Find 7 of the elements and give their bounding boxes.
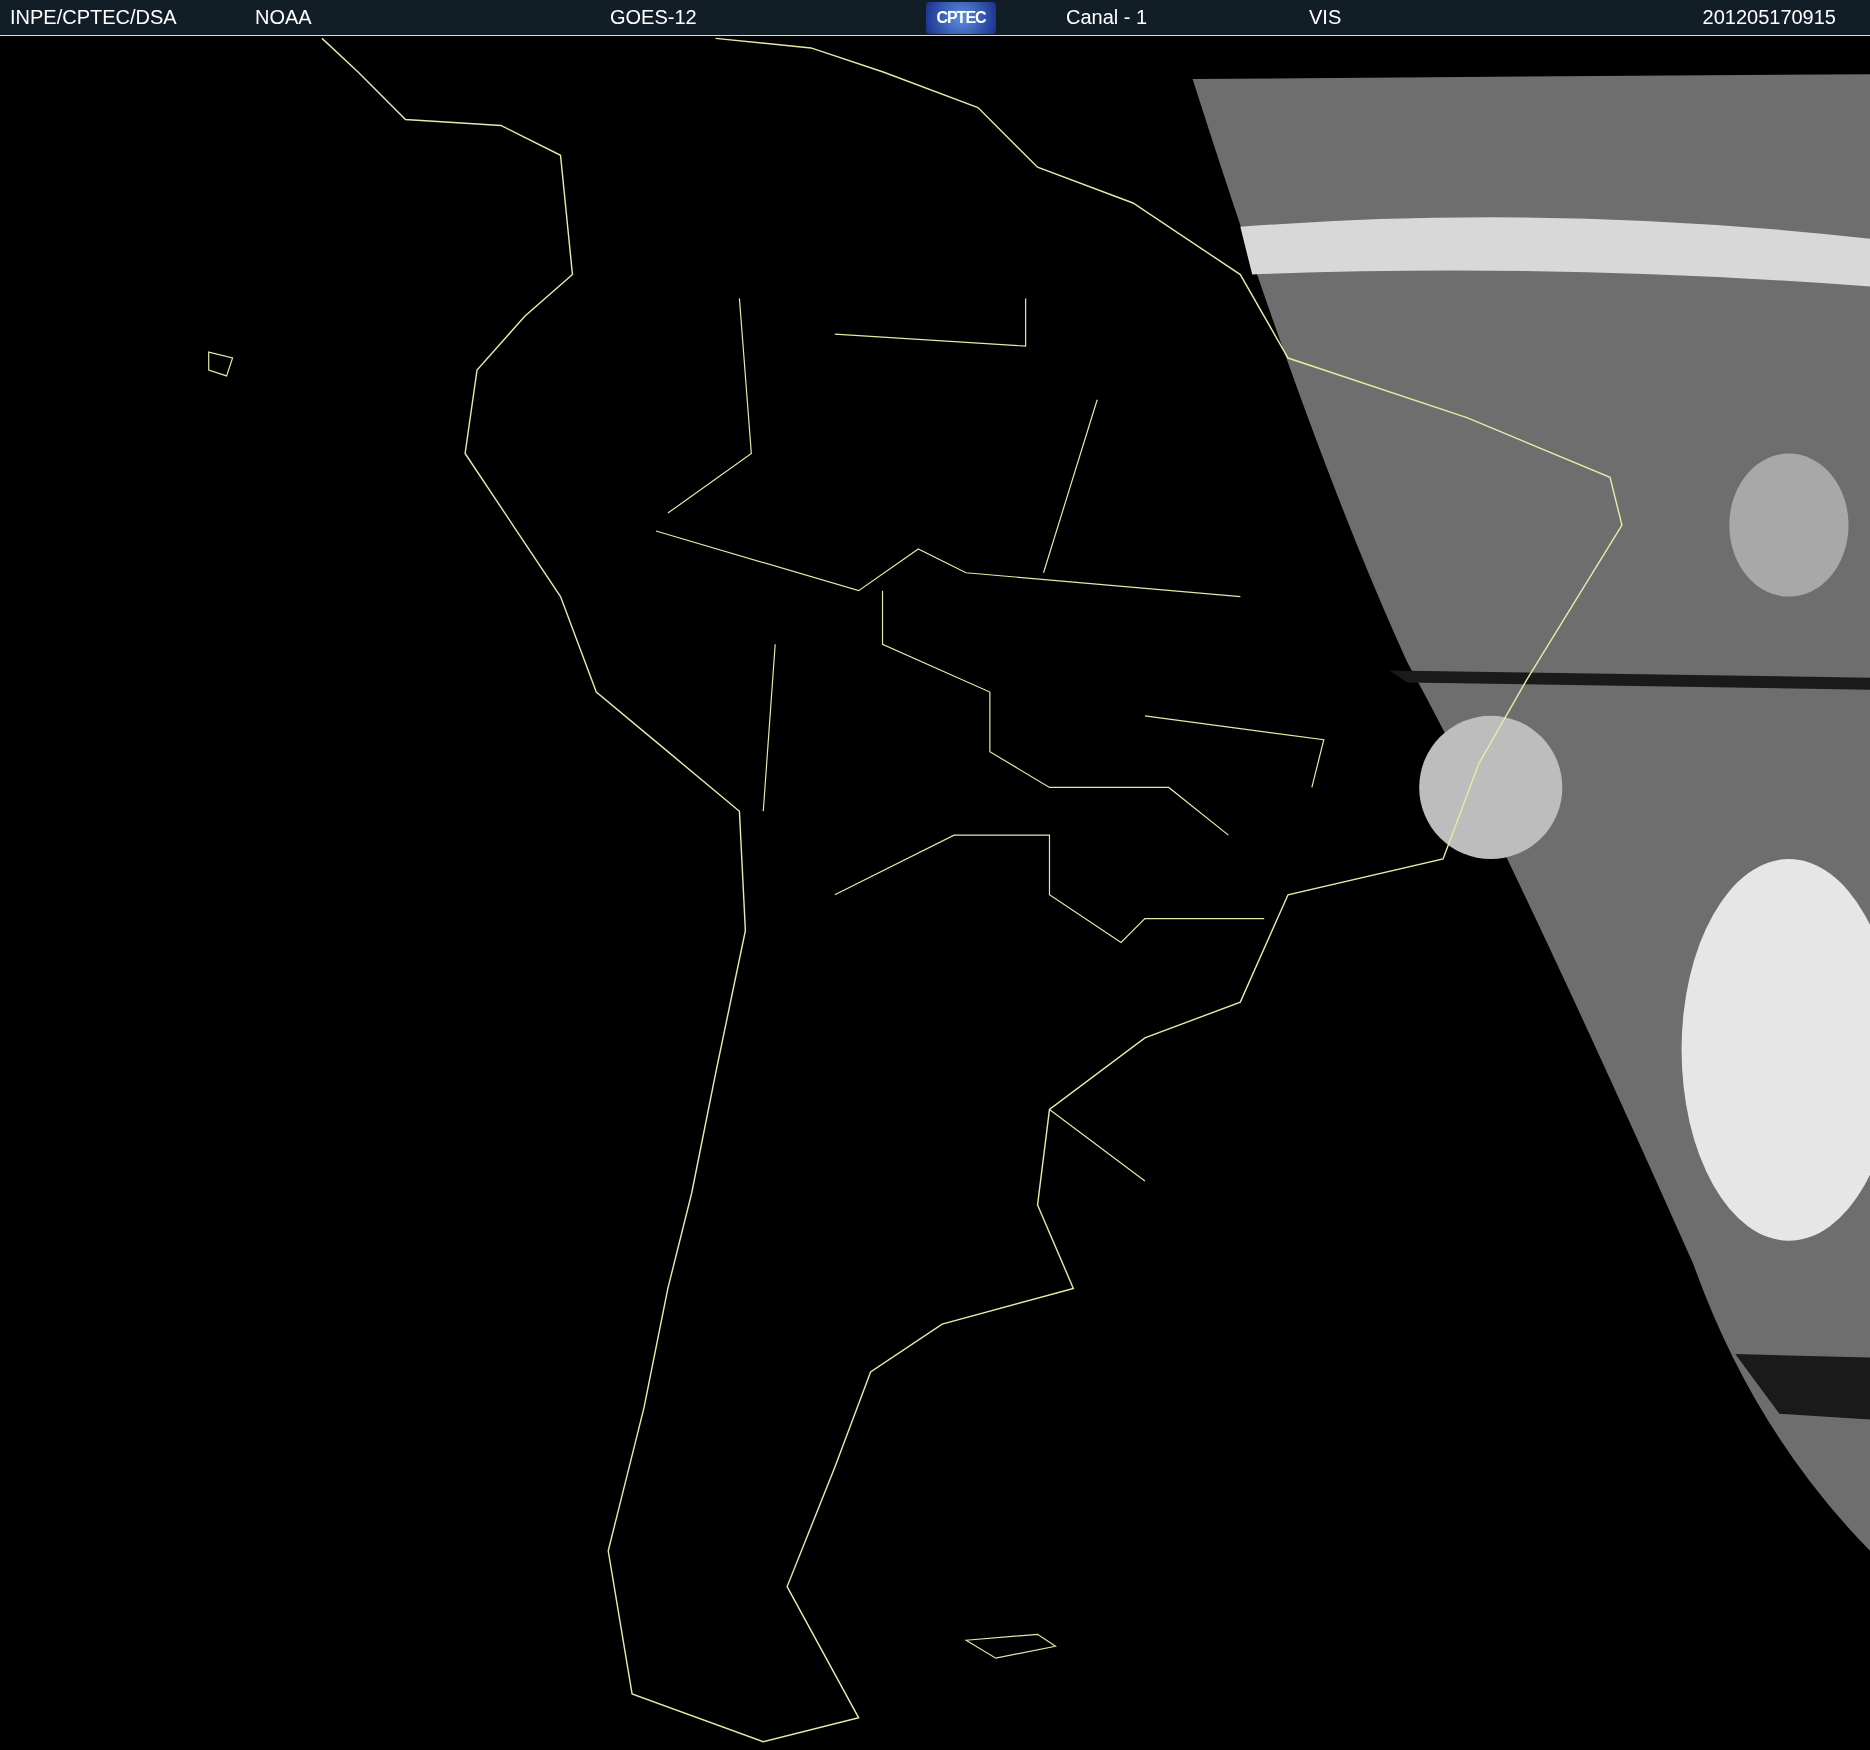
timestamp-label: 201205170915 bbox=[1702, 6, 1836, 29]
channel-label: Canal - 1 bbox=[1066, 6, 1148, 29]
source-label: NOAA bbox=[255, 6, 312, 29]
agency-label: INPE/CPTEC/DSA bbox=[10, 6, 177, 29]
band-label: VIS bbox=[1309, 6, 1342, 29]
satellite-label: GOES-12 bbox=[610, 6, 697, 29]
logo: CPTEC bbox=[926, 1, 996, 34]
